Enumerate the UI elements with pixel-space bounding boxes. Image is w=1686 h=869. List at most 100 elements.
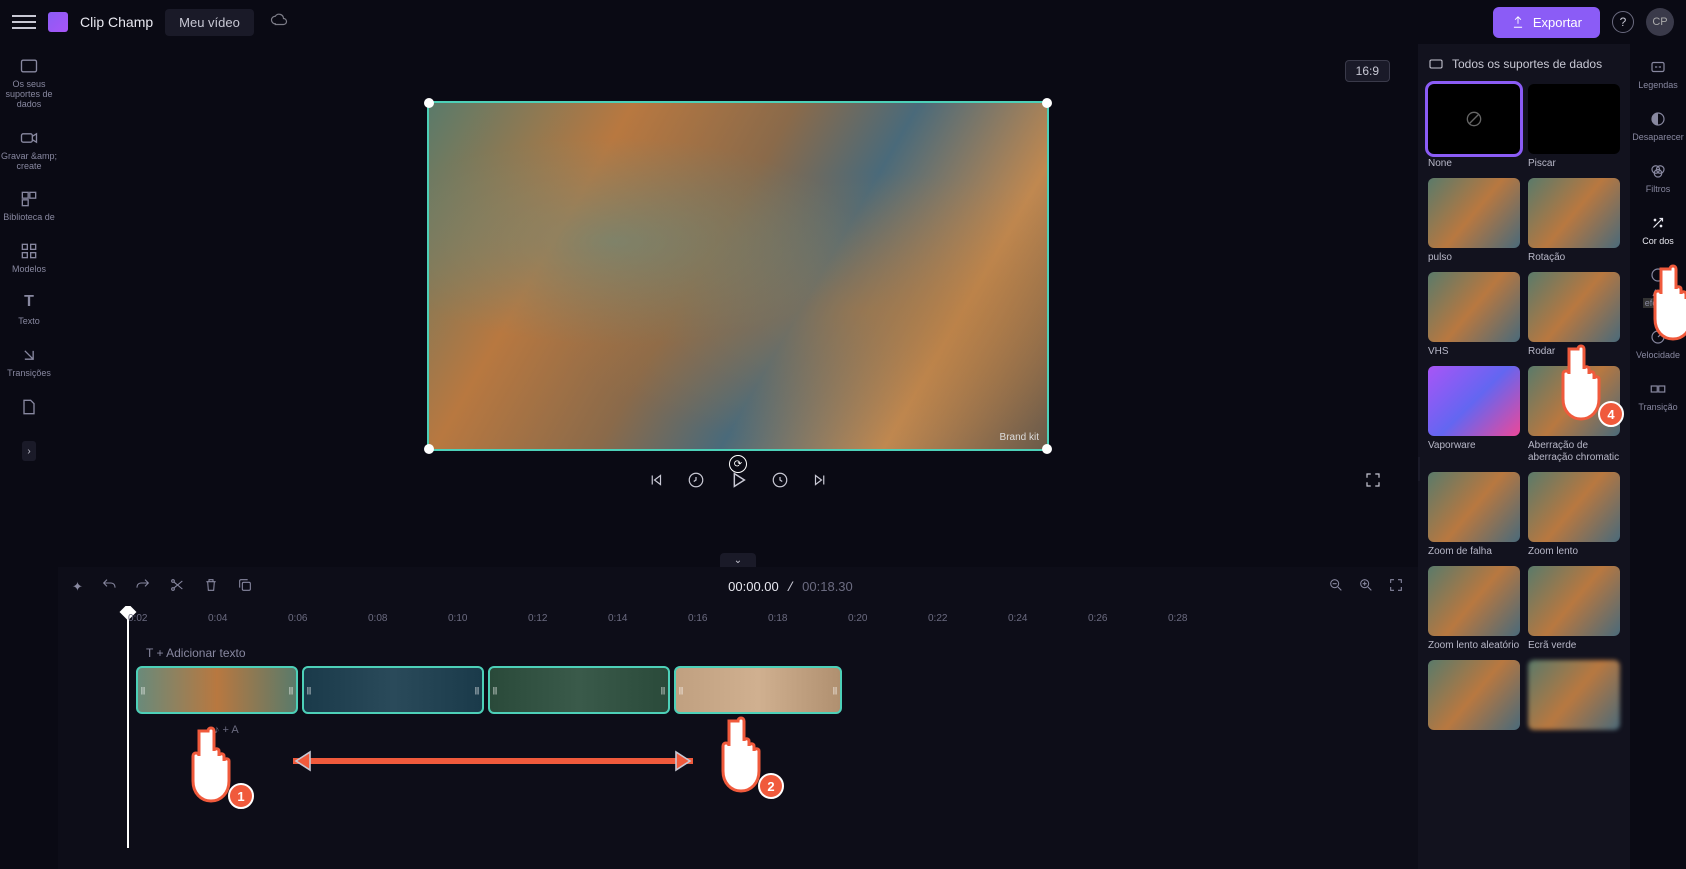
effect-item[interactable]: pulso [1428, 178, 1520, 264]
help-icon[interactable]: ? [1612, 11, 1634, 33]
clip-trim-right[interactable]: || [286, 668, 296, 712]
effect-label: Aberração de aberração chromatic [1528, 440, 1620, 464]
timeline-collapse-button[interactable]: ⌄ [720, 553, 756, 567]
clip-trim-right[interactable]: || [472, 668, 482, 712]
effect-thumbnail[interactable] [1428, 472, 1520, 542]
play-button[interactable] [727, 469, 749, 496]
clip-3[interactable]: || || [488, 666, 670, 714]
right-item-filters[interactable]: Filtros [1646, 162, 1671, 194]
rewind-icon[interactable] [687, 471, 705, 494]
effect-thumbnail[interactable] [1428, 660, 1520, 730]
right-item-captions[interactable]: Legendas [1638, 58, 1678, 90]
app-name: Clip Champ [80, 14, 153, 30]
playhead[interactable] [128, 606, 134, 848]
export-button[interactable]: Exportar [1493, 7, 1600, 38]
left-sidebar: Os seus suportes de dados Gravar &amp; c… [0, 44, 58, 869]
effect-item[interactable]: Rotação [1528, 178, 1620, 264]
effect-item[interactable]: Piscar [1528, 84, 1620, 170]
fullscreen-icon[interactable] [1364, 471, 1382, 494]
effect-item[interactable]: Ecrã verde [1528, 566, 1620, 652]
sidebar-item-transitions[interactable]: Transições [7, 345, 51, 379]
effect-label [1428, 734, 1520, 746]
resize-handle-tl[interactable] [424, 98, 434, 108]
effect-label: Zoom de falha [1428, 546, 1520, 558]
clip-trim-right[interactable]: || [830, 668, 840, 712]
right-item-fade[interactable]: Desaparecer [1632, 110, 1684, 142]
effect-item[interactable] [1528, 660, 1620, 746]
annotation-hand-4: 4 [1548, 334, 1618, 429]
effect-thumbnail[interactable] [1428, 178, 1520, 248]
effect-thumbnail[interactable] [1428, 272, 1520, 342]
effect-label [1528, 734, 1620, 746]
timeline-ruler[interactable]: 0:020:040:060:080:100:120:140:160:180:20… [66, 606, 1410, 630]
skip-end-icon[interactable] [811, 471, 829, 494]
effect-thumbnail[interactable] [1428, 84, 1520, 154]
add-audio-track[interactable]: ♪ + A [206, 720, 1410, 740]
duplicate-icon[interactable] [237, 577, 253, 596]
magic-tool-icon[interactable]: ✦ [72, 579, 83, 595]
effect-thumbnail[interactable] [1428, 366, 1520, 436]
sidebar-item-brandkit[interactable] [19, 397, 39, 417]
effect-item[interactable] [1428, 660, 1520, 746]
effect-thumbnail[interactable] [1528, 272, 1620, 342]
skip-start-icon[interactable] [647, 471, 665, 494]
effects-panel: › Todos os suportes de dados None Piscarp… [1418, 44, 1630, 869]
effects-panel-title: Todos os suportes de dados [1452, 57, 1602, 71]
clip-trim-left[interactable]: || [138, 668, 148, 712]
effect-item[interactable]: Zoom lento [1528, 472, 1620, 558]
annotation-hand-3: 3 [1640, 254, 1686, 346]
top-bar: Clip Champ Meu vídeo Exportar ? CP [0, 0, 1686, 44]
redo-icon[interactable] [135, 577, 151, 596]
aspect-ratio-selector[interactable]: 16:9 [1345, 60, 1390, 82]
zoom-fit-icon[interactable] [1388, 577, 1404, 596]
ruler-tick: 0:16 [688, 613, 768, 624]
zoom-out-icon[interactable] [1328, 577, 1344, 596]
sidebar-label: Os seus suportes de dados [0, 80, 58, 110]
effect-item[interactable]: Zoom lento aleatório [1428, 566, 1520, 652]
effect-item[interactable]: VHS [1428, 272, 1520, 358]
ruler-tick: 0:12 [528, 613, 608, 624]
effect-label: Zoom lento [1528, 546, 1620, 558]
split-icon[interactable] [169, 577, 185, 596]
effect-label: Vaporware [1428, 440, 1520, 452]
sidebar-item-media[interactable]: Os seus suportes de dados [0, 56, 58, 110]
effect-thumbnail[interactable] [1528, 566, 1620, 636]
sidebar-item-text[interactable]: T Texto [18, 293, 40, 327]
ruler-tick: 0:06 [288, 613, 368, 624]
clip-trim-left[interactable]: || [676, 668, 686, 712]
effect-item[interactable]: None [1428, 84, 1520, 170]
forward-icon[interactable] [771, 471, 789, 494]
sidebar-item-templates[interactable]: Modelos [12, 241, 46, 275]
clip-2[interactable]: || || [302, 666, 484, 714]
right-item-color-effects[interactable]: Cor dos [1642, 214, 1674, 246]
clip-trim-left[interactable]: || [490, 668, 500, 712]
effect-thumbnail[interactable] [1528, 472, 1620, 542]
effect-thumbnail[interactable] [1428, 566, 1520, 636]
zoom-in-icon[interactable] [1358, 577, 1374, 596]
panel-expand-button[interactable]: › [1418, 457, 1420, 481]
clip-trim-left[interactable]: || [304, 668, 314, 712]
app-logo-icon [48, 12, 68, 32]
resize-handle-tr[interactable] [1042, 98, 1052, 108]
menu-icon[interactable] [12, 10, 36, 34]
clip-trim-right[interactable]: || [658, 668, 668, 712]
effect-item[interactable]: Zoom de falha [1428, 472, 1520, 558]
ruler-tick: 0:02 [128, 613, 208, 624]
sidebar-expand-button[interactable]: › [22, 441, 36, 461]
effect-item[interactable]: Vaporware [1428, 366, 1520, 464]
effect-thumbnail[interactable] [1528, 660, 1620, 730]
sidebar-item-record[interactable]: Gravar &amp; create [0, 128, 58, 172]
user-avatar[interactable]: CP [1646, 8, 1674, 36]
preview-canvas[interactable]: Brand kit ⟳ [427, 101, 1049, 451]
effect-thumbnail[interactable] [1528, 84, 1620, 154]
effect-thumbnail[interactable] [1528, 178, 1620, 248]
delete-icon[interactable] [203, 577, 219, 596]
sidebar-item-library[interactable]: Biblioteca de [3, 189, 55, 223]
effect-label: VHS [1428, 346, 1520, 358]
right-item-transition[interactable]: Transição [1638, 380, 1677, 412]
project-name-input[interactable]: Meu vídeo [165, 9, 254, 36]
undo-icon[interactable] [101, 577, 117, 596]
clip-1[interactable]: || || [136, 666, 298, 714]
effect-label: None [1428, 158, 1520, 170]
add-text-track[interactable]: T + Adicionar texto [136, 640, 1410, 666]
